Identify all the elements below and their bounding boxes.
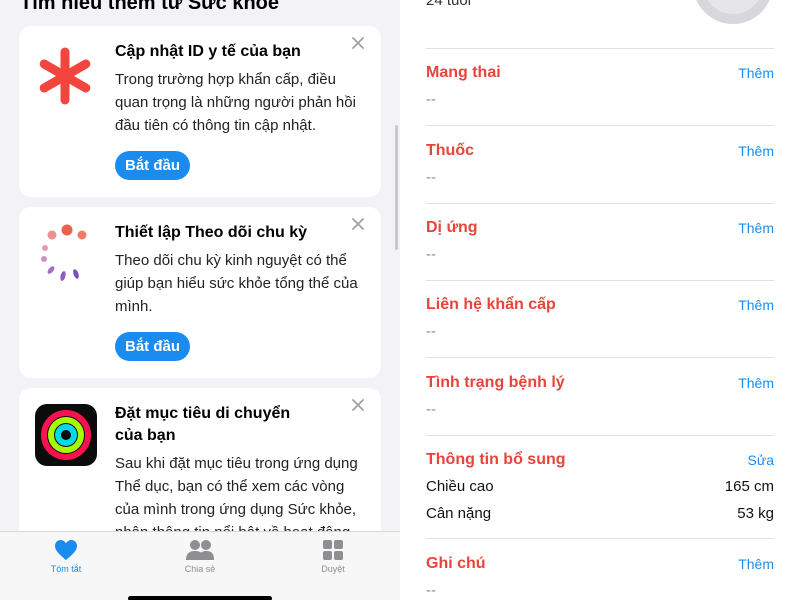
- cycle-tracking-card[interactable]: Thiết lập Theo dõi chu kỳ Theo dõi chu k…: [19, 207, 381, 378]
- start-button[interactable]: Bắt đầu: [115, 332, 191, 361]
- home-indicator[interactable]: [128, 596, 272, 600]
- edit-button[interactable]: Sửa: [748, 452, 775, 468]
- row-title: Tình trạng bệnh lý: [426, 374, 565, 391]
- divider: [426, 435, 774, 436]
- tab-summary[interactable]: Tóm tắt: [21, 539, 111, 574]
- divider: [426, 280, 774, 281]
- add-button[interactable]: Thêm: [738, 556, 774, 572]
- close-icon[interactable]: [351, 36, 365, 50]
- row-title: Dị ứng: [426, 219, 478, 236]
- divider: [426, 538, 774, 539]
- close-icon[interactable]: [351, 398, 365, 412]
- weight-value: 53 kg: [737, 505, 774, 522]
- add-button[interactable]: Thêm: [738, 65, 774, 81]
- row-value: --: [426, 323, 436, 340]
- height-label: Chiều cao: [426, 478, 494, 495]
- scroll-indicator[interactable]: [395, 125, 398, 250]
- tab-label: Chia sẻ: [184, 564, 216, 574]
- tab-browse[interactable]: Duyệt: [288, 539, 378, 574]
- card-description: Trong trường hợp khẩn cấp, điều quan trọ…: [115, 71, 356, 134]
- height-value: 165 cm: [724, 478, 774, 495]
- card-title: Cập nhật ID y tế của bạn: [115, 43, 301, 60]
- age-text: 24 tuổi: [426, 0, 472, 9]
- divider: [426, 48, 774, 49]
- add-button[interactable]: Thêm: [738, 375, 774, 391]
- row-value: --: [426, 91, 436, 108]
- cycle-tracking-icon: [41, 224, 87, 281]
- section-title: Tìm hiểu thêm từ Sức khỏe: [20, 0, 280, 14]
- add-button[interactable]: Thêm: [738, 220, 774, 236]
- medical-id-card[interactable]: Cập nhật ID y tế của bạn Trong trường hợ…: [19, 26, 381, 197]
- row-value: --: [426, 169, 436, 186]
- close-icon[interactable]: [351, 217, 365, 231]
- divider: [426, 203, 774, 204]
- card-title: Đặt mục tiêu di chuyển của bạn: [115, 405, 291, 444]
- card-title: Thiết lập Theo dõi chu kỳ: [115, 224, 308, 241]
- learn-more-pane: Tìm hiểu thêm từ Sức khỏe Cập nhật ID y …: [0, 0, 400, 600]
- heart-icon: [55, 540, 77, 560]
- start-button[interactable]: Bắt đầu: [115, 151, 191, 180]
- row-value: --: [426, 582, 436, 599]
- weight-label: Cân nặng: [426, 505, 492, 522]
- card-description: Theo dõi chu kỳ kinh nguyệt có thể giúp …: [115, 252, 358, 315]
- divider: [426, 357, 774, 358]
- row-title: Thuốc: [426, 142, 474, 159]
- row-title: Ghi chú: [426, 555, 486, 572]
- row-title: Mang thai: [426, 64, 501, 81]
- activity-rings-icon: [35, 404, 97, 466]
- avatar[interactable]: [693, 0, 773, 24]
- add-button[interactable]: Thêm: [738, 297, 774, 313]
- tab-label: Duyệt: [321, 564, 345, 574]
- tab-sharing[interactable]: Chia sẻ: [155, 539, 245, 574]
- grid-icon: [323, 540, 343, 560]
- row-title: Liên hệ khẩn cấp: [426, 296, 556, 313]
- tab-bar: Tóm tắt Chia sẻ Duyệt: [0, 531, 400, 600]
- add-button[interactable]: Thêm: [738, 143, 774, 159]
- medical-id-pane: 24 tuổi Mang thai Thêm -- Thuốc Thêm -- …: [400, 0, 800, 600]
- asterisk-icon: [39, 47, 91, 105]
- row-title: Thông tin bổ sung: [426, 451, 566, 468]
- people-icon: [186, 540, 214, 560]
- divider: [426, 125, 774, 126]
- row-value: --: [426, 401, 436, 418]
- row-value: --: [426, 246, 436, 263]
- tab-label: Tóm tắt: [50, 564, 82, 574]
